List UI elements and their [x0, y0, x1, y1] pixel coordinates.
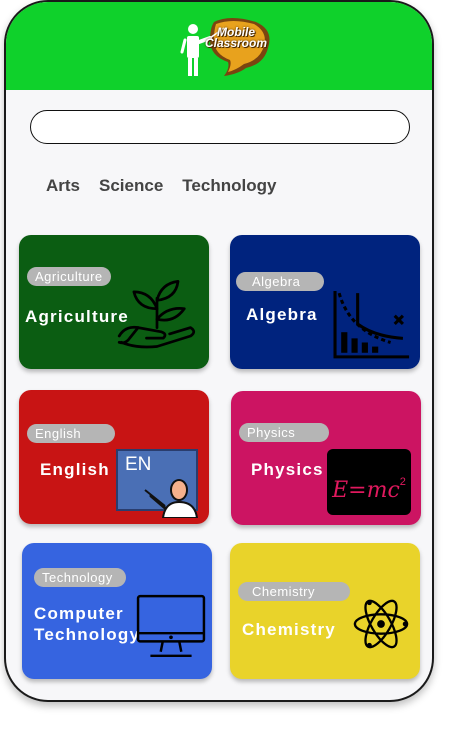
logo-text-line2: Classroom: [204, 36, 268, 50]
card-title: English: [40, 460, 110, 479]
category-badge: Agriculture: [27, 267, 111, 286]
card-title: Algebra: [246, 305, 318, 324]
english-board-text: EN: [125, 454, 151, 475]
physics-formula-exponent: 2: [399, 476, 406, 488]
card-title-line1: Computer: [34, 604, 124, 623]
emc2-formula-icon: E=mc2: [327, 449, 411, 515]
subject-card-english[interactable]: English English EN: [19, 390, 209, 524]
tab-science[interactable]: Science: [99, 176, 163, 196]
tab-technology[interactable]: Technology: [182, 176, 276, 196]
card-title: Agriculture: [25, 307, 129, 326]
category-badge: Physics: [239, 423, 329, 442]
category-badge: Technology: [34, 568, 126, 587]
subject-card-chemistry[interactable]: Chemistry Chemistry: [230, 543, 420, 679]
app-header: Mobile Classroom: [6, 2, 432, 90]
category-badge: Algebra: [236, 272, 324, 291]
card-title: Chemistry: [242, 620, 336, 639]
graph-chart-icon: [333, 291, 410, 359]
subject-card-algebra[interactable]: Algebra Algebra: [230, 235, 420, 369]
category-badge: Chemistry: [238, 582, 350, 601]
card-title: Physics: [251, 460, 324, 479]
phone-frame: Mobile Classroom Arts Science Technology…: [4, 0, 434, 702]
category-tabs: Arts Science Technology: [46, 176, 295, 196]
card-title-line2: Technology: [34, 625, 141, 644]
subject-card-agriculture[interactable]: Agriculture Agriculture: [19, 235, 209, 369]
english-teacher-board-icon: EN: [116, 449, 199, 518]
card-title: Computer Technology: [34, 603, 141, 645]
physics-formula-text: E=mc: [332, 478, 400, 503]
subject-card-physics[interactable]: Physics Physics E=mc2: [231, 391, 421, 525]
plant-in-hand-icon: [117, 280, 196, 349]
search-input[interactable]: [30, 110, 410, 144]
tab-arts[interactable]: Arts: [46, 176, 80, 196]
category-badge: English: [27, 424, 115, 443]
computer-monitor-icon: [136, 594, 206, 658]
subject-card-computer-technology[interactable]: Technology Computer Technology: [22, 543, 212, 679]
atom-icon: [353, 599, 409, 649]
logo-text: Mobile Classroom: [204, 26, 268, 50]
